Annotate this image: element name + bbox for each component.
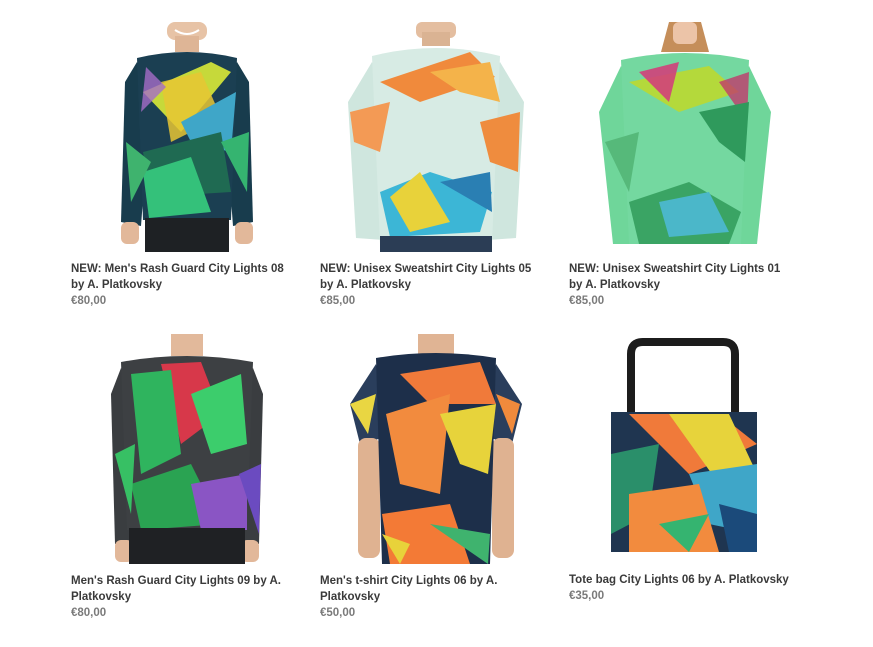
product-title-6[interactable]: Tote bag City Lights 06 by A. Platkovsky (569, 572, 794, 588)
product-image-1[interactable] (71, 22, 303, 252)
product-card-4[interactable]: Men's Rash Guard City Lights 09 by A. Pl… (71, 334, 303, 621)
product-image-2[interactable] (320, 22, 552, 252)
product-price-5: €50,00 (320, 607, 356, 619)
product-price-6: €35,00 (569, 590, 605, 602)
product-title-1[interactable]: NEW: Men's Rash Guard City Lights 08 by … (71, 261, 296, 293)
product-price-2: €85,00 (320, 295, 356, 307)
product-title-5[interactable]: Men's t-shirt City Lights 06 by A. Platk… (320, 573, 545, 605)
product-title-3[interactable]: NEW: Unisex Sweatshirt City Lights 01 by… (569, 261, 794, 293)
product-image-4[interactable] (71, 334, 303, 564)
product-price-1: €80,00 (71, 295, 107, 307)
product-card-6[interactable]: Tote bag City Lights 06 by A. Platkovsky… (569, 334, 801, 604)
product-image-5[interactable] (320, 334, 552, 564)
product-price-4: €80,00 (71, 607, 107, 619)
product-card-1[interactable]: NEW: Men's Rash Guard City Lights 08 by … (71, 22, 303, 309)
product-title-4[interactable]: Men's Rash Guard City Lights 09 by A. Pl… (71, 573, 296, 605)
product-title-2[interactable]: NEW: Unisex Sweatshirt City Lights 05 by… (320, 261, 545, 293)
product-image-3[interactable] (569, 22, 801, 252)
product-image-6[interactable] (569, 334, 801, 564)
product-card-3[interactable]: NEW: Unisex Sweatshirt City Lights 01 by… (569, 22, 801, 309)
product-card-2[interactable]: NEW: Unisex Sweatshirt City Lights 05 by… (320, 22, 552, 309)
product-grid: NEW: Men's Rash Guard City Lights 08 by … (0, 0, 873, 647)
product-price-3: €85,00 (569, 295, 605, 307)
product-card-5[interactable]: Men's t-shirt City Lights 06 by A. Platk… (320, 334, 552, 621)
